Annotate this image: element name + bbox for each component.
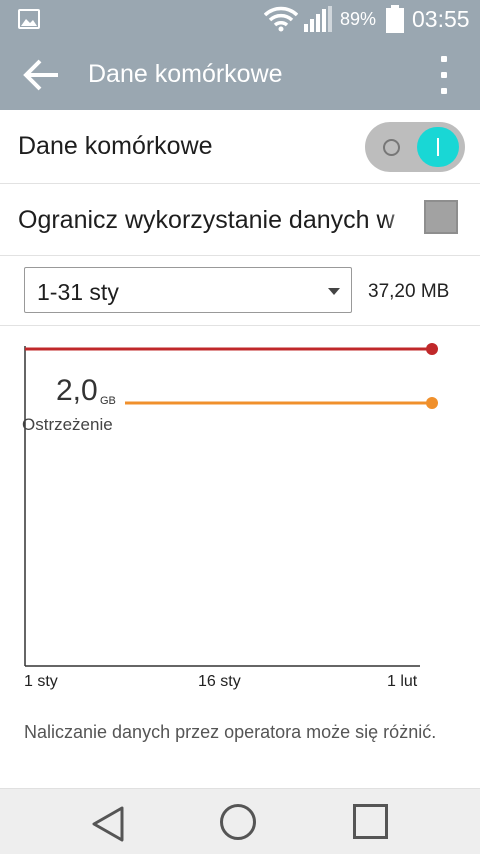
toggle-off-mark-icon — [383, 139, 400, 156]
battery-percent: 89% — [340, 9, 377, 29]
period-row: 1-31 sty 37,20 MB — [0, 256, 480, 326]
back-triangle-icon[interactable] — [90, 805, 126, 843]
arrow-left-icon — [23, 59, 58, 91]
recents-square-icon[interactable] — [353, 804, 388, 839]
clock: 03:55 — [412, 6, 470, 32]
status-bar: 89% 03:55 — [0, 0, 480, 40]
period-selected-value: 1-31 sty — [37, 279, 119, 305]
navigation-bar — [0, 788, 480, 854]
gallery-icon — [18, 9, 40, 29]
more-options-button[interactable] — [432, 54, 456, 96]
period-dropdown[interactable]: 1-31 sty — [24, 267, 352, 313]
limit-data-row[interactable]: Ogranicz wykorzystanie danych w — [0, 184, 480, 256]
x-axis-label-start: 1 sty — [24, 673, 58, 690]
toggle-knob — [417, 127, 459, 167]
mobile-data-toggle[interactable] — [365, 122, 465, 172]
mobile-data-label: Dane komórkowe — [18, 132, 213, 160]
warning-value: 2,0 — [56, 374, 98, 407]
x-axis-label-mid: 16 sty — [198, 673, 241, 690]
app-bar: Dane komórkowe — [0, 40, 480, 110]
warning-unit: GB — [100, 395, 116, 407]
wifi-icon — [264, 6, 298, 32]
battery-icon — [386, 5, 404, 33]
warning-line-handle[interactable] — [426, 397, 438, 409]
page-title: Dane komórkowe — [88, 60, 283, 88]
mobile-data-row[interactable]: Dane komórkowe — [0, 110, 480, 184]
data-usage-amount: 37,20 MB — [368, 281, 450, 302]
signal-icon — [304, 6, 332, 32]
warning-label: Ostrzeżenie — [22, 415, 113, 434]
back-button[interactable] — [22, 58, 62, 92]
carrier-note: Naliczanie danych przez operatora może s… — [24, 722, 437, 742]
x-axis-label-end: 1 lut — [387, 673, 418, 690]
limit-line-handle[interactable] — [426, 343, 438, 355]
usage-chart: 2,0 GB Ostrzeżenie 1 sty 16 sty 1 lut — [0, 326, 480, 706]
limit-data-label: Ogranicz wykorzystanie danych w — [18, 206, 395, 234]
chevron-down-icon — [328, 288, 340, 295]
limit-data-checkbox[interactable] — [424, 200, 458, 234]
home-circle-icon[interactable] — [220, 804, 256, 840]
more-vert-icon — [441, 56, 447, 62]
